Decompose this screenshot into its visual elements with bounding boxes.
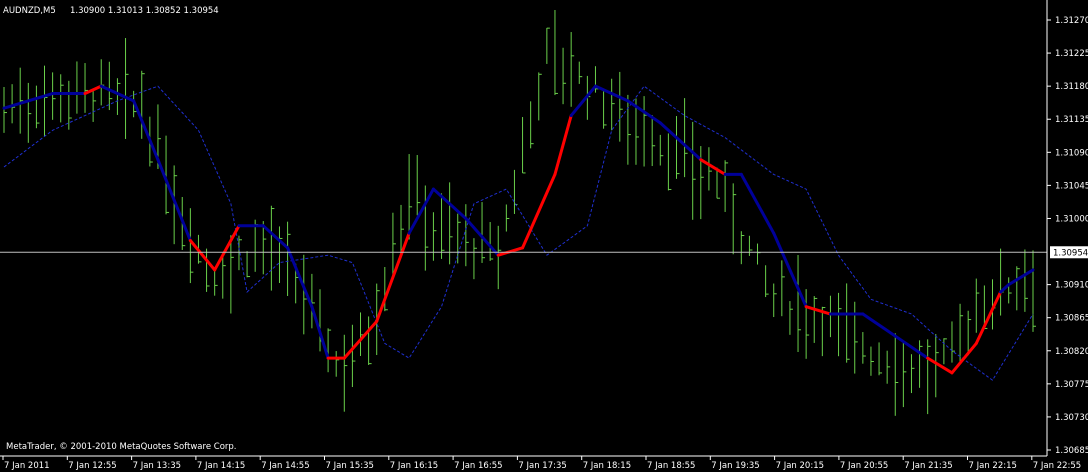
price-tick-label: 1.31045 [1055,181,1088,191]
time-tick-label: 7 Jan 21:35 [904,461,952,471]
price-tick-label: 1.31090 [1055,148,1088,158]
price-tick-label: 1.30910 [1055,281,1088,291]
time-tick-label: 7 Jan 16:55 [454,461,502,471]
copyright-label: MetaTrader, © 2001-2010 MetaQuotes Softw… [6,442,236,452]
time-tick-label: 7 Jan 18:55 [647,461,695,471]
price-tick-label: 1.30775 [1055,380,1088,390]
time-tick-label: 7 Jan 14:55 [261,461,309,471]
price-tick-label: 1.30685 [1055,446,1088,456]
price-tick-label: 1.31270 [1055,16,1088,26]
price-tick-label: 1.31180 [1055,82,1088,92]
price-tick-label: 1.30820 [1055,347,1088,357]
time-tick-label: 7 Jan 20:15 [776,461,824,471]
price-tick-label: 1.31135 [1055,115,1088,125]
price-tick-label: 1.31000 [1055,214,1088,224]
time-tick-label: 7 Jan 14:15 [197,461,245,471]
current-price-label: 1.30954 [1053,248,1088,258]
time-tick-label: 7 Jan 16:15 [390,461,438,471]
chart-background [0,0,1088,472]
symbol-label: AUDNZD,M5 [3,6,56,16]
time-tick-label: 7 Jan 19:35 [711,461,759,471]
price-chart[interactable]: 1.31270 1.31225 1.31180 1.31135 1.31090 1.310… [0,0,1088,472]
price-tick-label: 1.30865 [1055,314,1088,324]
time-tick-label: 7 Jan 13:35 [133,461,181,471]
price-tick-label: 1.30730 [1055,413,1088,423]
time-tick-label: 7 Jan 20:55 [840,461,888,471]
time-tick-label: 7 Jan 22:55 [1033,461,1081,471]
time-tick-label: 7 Jan 17:35 [518,461,566,471]
time-tick-label: 7 Jan 2011 [4,461,50,471]
price-tick-label: 1.31225 [1055,49,1088,59]
time-tick-label: 7 Jan 15:35 [326,461,374,471]
time-tick-label: 7 Jan 12:55 [68,461,116,471]
time-tick-label: 7 Jan 22:15 [969,461,1017,471]
ohlc-label: 1.30900 1.31013 1.30852 1.30954 [70,6,219,16]
time-tick-label: 7 Jan 18:15 [583,461,631,471]
